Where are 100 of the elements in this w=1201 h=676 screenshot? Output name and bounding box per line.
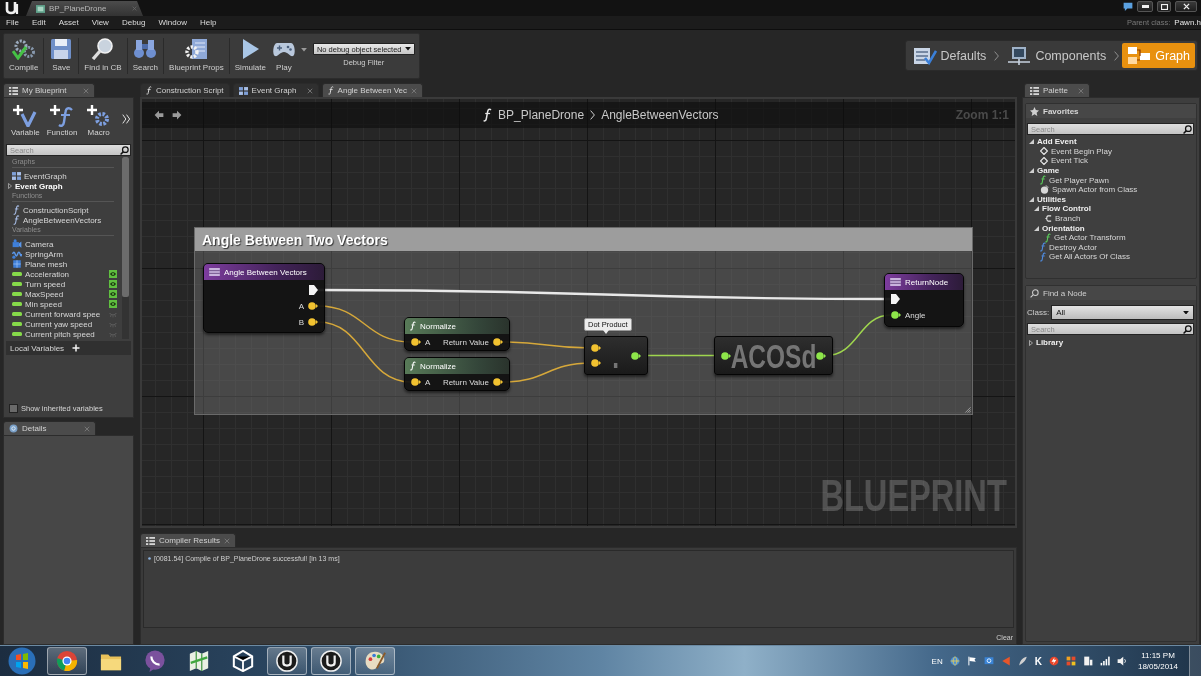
plus-icon[interactable] bbox=[72, 344, 81, 352]
toolbar-button[interactable]: Blueprint Props bbox=[166, 36, 227, 78]
palette-item[interactable]: Get Actor Transform bbox=[1026, 232, 1196, 243]
pin-arrow-icon[interactable] bbox=[891, 294, 900, 304]
checkbox[interactable] bbox=[9, 404, 18, 413]
close-button[interactable] bbox=[1175, 1, 1197, 12]
category-item[interactable]: Add Event bbox=[1026, 137, 1196, 147]
pin-dot-icon[interactable] bbox=[591, 359, 601, 367]
panel-tab[interactable]: Compiler Results bbox=[140, 533, 236, 547]
taskbar-app-button[interactable] bbox=[47, 647, 87, 675]
speaker-icon[interactable] bbox=[1116, 656, 1127, 666]
breadcrumb-link[interactable]: BP_PlaneDrone bbox=[498, 108, 585, 122]
eye-icon[interactable] bbox=[109, 300, 117, 308]
variable-item[interactable]: Camera bbox=[7, 239, 120, 249]
graph-node[interactable]: Normalize A Return Value bbox=[404, 357, 510, 391]
menu-item[interactable]: Asset bbox=[58, 18, 79, 27]
monitor-icon[interactable] bbox=[983, 656, 994, 666]
add-button[interactable]: Function bbox=[44, 104, 80, 137]
variable-item[interactable]: Acceleration bbox=[7, 269, 120, 279]
toolbar-button[interactable]: Simulate bbox=[231, 36, 269, 78]
palette-item[interactable]: Get Player Pawn bbox=[1026, 175, 1196, 185]
graph-group-item[interactable]: Event Graph bbox=[7, 181, 120, 191]
network-plug-icon[interactable] bbox=[1082, 656, 1093, 666]
palette-item[interactable]: Destroy Actor bbox=[1026, 242, 1196, 253]
expanded-triangle-icon[interactable] bbox=[1034, 225, 1039, 231]
mode-tab[interactable]: Defaults bbox=[907, 43, 992, 68]
pin-dot-icon[interactable] bbox=[891, 311, 901, 319]
pin-dot-icon[interactable] bbox=[411, 338, 421, 346]
add-button[interactable]: Variable bbox=[8, 104, 43, 137]
signal-bars-icon[interactable] bbox=[1099, 656, 1110, 666]
document-tab[interactable]: Event Graph bbox=[232, 83, 319, 97]
collapsed-triangle-icon[interactable] bbox=[8, 183, 12, 189]
scrollbar[interactable] bbox=[122, 157, 129, 339]
maximize-button[interactable] bbox=[1157, 1, 1171, 12]
pin-dot-icon[interactable] bbox=[591, 344, 601, 352]
clock-date[interactable]: 18/05/2014 bbox=[1137, 662, 1178, 671]
toolbar-button[interactable]: Find in CB bbox=[81, 36, 125, 78]
menu-item[interactable]: Window bbox=[158, 18, 187, 27]
toolbar-button[interactable]: Play bbox=[268, 36, 299, 78]
variable-item[interactable]: Turn speed bbox=[7, 279, 120, 289]
pin-dot-icon[interactable] bbox=[308, 302, 318, 310]
pin-dot-icon[interactable] bbox=[721, 351, 731, 360]
category-item[interactable]: Library bbox=[1026, 338, 1196, 348]
more-button[interactable] bbox=[122, 114, 131, 124]
menu-item[interactable]: Help bbox=[199, 18, 217, 27]
grid-tile-icon[interactable] bbox=[1065, 656, 1076, 666]
pin-dot-icon[interactable] bbox=[816, 351, 826, 360]
mode-tab[interactable]: Components bbox=[1002, 43, 1112, 68]
document-tab[interactable]: Angle Between Vec bbox=[321, 83, 423, 97]
collapsed-triangle-icon[interactable] bbox=[1029, 339, 1033, 346]
minimize-button[interactable] bbox=[1137, 1, 1153, 12]
pin-dot-icon[interactable] bbox=[631, 351, 641, 360]
graph-item[interactable]: EventGraph bbox=[7, 171, 120, 181]
expanded-triangle-icon[interactable] bbox=[1029, 168, 1034, 174]
variable-item[interactable]: Current yaw speed bbox=[7, 319, 120, 329]
variable-item[interactable]: MaxSpeed bbox=[7, 289, 120, 299]
panel-tab[interactable]: My Blueprint bbox=[3, 83, 95, 97]
toolbar-button[interactable]: Search bbox=[129, 36, 162, 78]
variable-item[interactable]: Current forward spee bbox=[7, 309, 120, 319]
graph-node[interactable]: . bbox=[584, 336, 648, 375]
pin-dot-icon[interactable] bbox=[493, 378, 503, 386]
palette-item[interactable]: Spawn Actor from Class bbox=[1026, 184, 1196, 195]
bolt-circle-icon[interactable] bbox=[1048, 656, 1059, 666]
menu-item[interactable]: File bbox=[6, 18, 19, 27]
menu-item[interactable]: Edit bbox=[31, 18, 46, 27]
document-tab[interactable]: Construction Script bbox=[140, 83, 230, 97]
category-item[interactable]: Flow Control bbox=[1026, 204, 1196, 214]
expanded-triangle-icon[interactable] bbox=[1029, 139, 1034, 145]
toolbar-button[interactable]: Save bbox=[46, 36, 77, 78]
eye-icon[interactable] bbox=[109, 290, 117, 298]
eye-icon[interactable] bbox=[109, 270, 117, 278]
panel-tab[interactable]: Details bbox=[3, 421, 96, 435]
palette-item[interactable]: Event Tick bbox=[1026, 156, 1196, 166]
toolbar-button[interactable]: Compile bbox=[6, 36, 42, 78]
document-tab[interactable]: BP_PlaneDrone bbox=[26, 1, 143, 16]
pin-dot-icon[interactable] bbox=[308, 318, 318, 326]
category-item[interactable]: Orientation bbox=[1026, 223, 1196, 233]
palette-item[interactable]: Get All Actors Of Class bbox=[1026, 252, 1196, 262]
expanded-triangle-icon[interactable] bbox=[1029, 196, 1034, 202]
variable-item[interactable]: SpringArm bbox=[7, 249, 120, 259]
taskbar-app-button[interactable] bbox=[311, 647, 351, 675]
tray-letter-icon[interactable]: K bbox=[1034, 655, 1042, 667]
palette-item[interactable]: Branch bbox=[1026, 213, 1196, 224]
pin-arrow-icon[interactable] bbox=[309, 285, 318, 295]
show-desktop-button[interactable] bbox=[1189, 646, 1201, 676]
globe-icon[interactable] bbox=[949, 656, 960, 666]
parent-class-link[interactable]: Pawn.h bbox=[1174, 18, 1201, 27]
panel-tab[interactable]: Palette bbox=[1024, 83, 1090, 97]
palette-item[interactable]: Event Begin Play bbox=[1026, 146, 1196, 157]
menu-item[interactable]: View bbox=[91, 18, 109, 27]
language-indicator[interactable]: EN bbox=[931, 656, 943, 666]
graph-node[interactable]: Normalize A Return Value bbox=[404, 317, 510, 351]
function-item[interactable]: ConstructionScript bbox=[7, 205, 120, 215]
graph-node[interactable]: Angle Between Vectors A B bbox=[203, 263, 325, 333]
variable-item[interactable]: Plane mesh bbox=[7, 259, 120, 269]
class-dropdown[interactable]: All bbox=[1051, 305, 1194, 320]
pin-dot-icon[interactable] bbox=[411, 378, 421, 386]
clock-time[interactable]: 11:15 PM bbox=[1141, 651, 1175, 660]
menu-item[interactable]: Debug bbox=[121, 18, 146, 27]
feather-icon[interactable] bbox=[1017, 656, 1028, 666]
